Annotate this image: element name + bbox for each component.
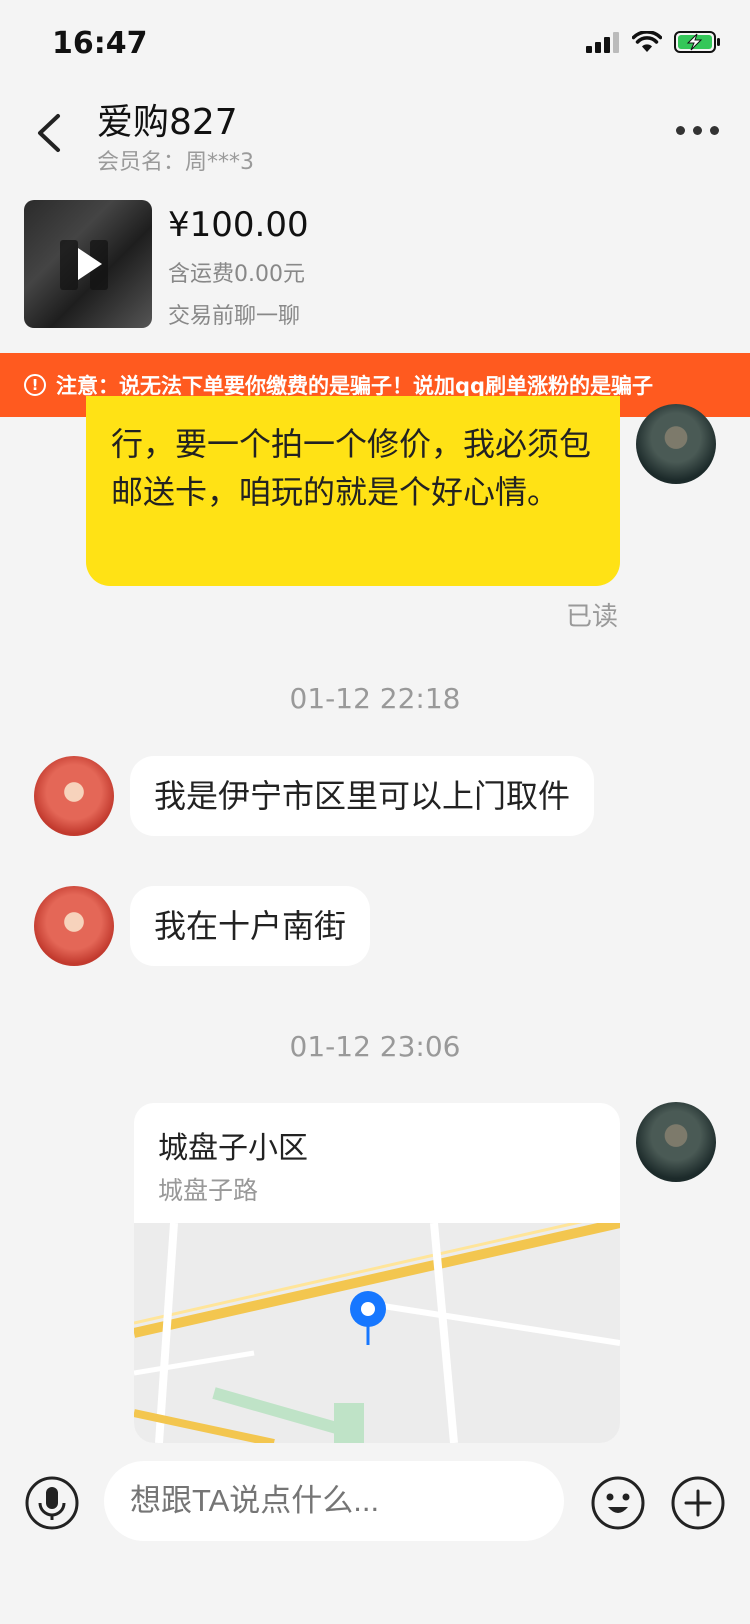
status-icons xyxy=(586,30,722,54)
more-options-icon[interactable] xyxy=(676,118,724,142)
back-arrow-icon[interactable] xyxy=(30,108,70,158)
outgoing-message-bubble: 行，要一个拍一个修价，我必须包邮送卡，咱玩的就是个好心情。 xyxy=(86,396,620,586)
voice-input-icon[interactable] xyxy=(24,1475,80,1531)
battery-charging-icon xyxy=(674,31,720,53)
incoming-message-text: 我在十户南街 xyxy=(154,907,347,945)
outgoing-message-text: 行，要一个拍一个修价，我必须包邮送卡，咱玩的就是个好心情。 xyxy=(111,425,592,511)
warning-icon: ! xyxy=(24,374,46,396)
product-video-thumbnail[interactable] xyxy=(24,200,152,328)
location-map[interactable] xyxy=(134,1223,620,1443)
read-receipt: 已读 xyxy=(566,602,619,632)
play-icon xyxy=(60,240,108,290)
chat-before-trade-label: 交易前聊一聊 xyxy=(168,304,301,329)
wifi-icon xyxy=(632,31,662,52)
incoming-message-bubble: 我是伊宁市区里可以上门取件 xyxy=(130,756,595,836)
shipping-fee: 含运费0.00元 xyxy=(168,262,305,287)
avatar[interactable] xyxy=(636,1102,716,1182)
incoming-message-text: 我是伊宁市区里可以上门取件 xyxy=(154,777,571,815)
incoming-message-bubble: 我在十户南街 xyxy=(130,886,371,966)
avatar[interactable] xyxy=(34,886,114,966)
cellular-signal-icon xyxy=(586,32,619,53)
product-price: ¥100.00 xyxy=(168,205,309,245)
emoji-icon[interactable] xyxy=(590,1475,646,1531)
location-message-card[interactable]: 城盘子小区 城盘子路 xyxy=(134,1103,620,1443)
avatar[interactable] xyxy=(636,404,716,484)
location-address: 城盘子路 xyxy=(158,1176,259,1205)
status-time: 16:47 xyxy=(52,26,148,61)
timestamp: 01-12 23:06 xyxy=(289,1030,461,1063)
plus-icon[interactable] xyxy=(670,1475,726,1531)
location-name: 城盘子小区 xyxy=(158,1131,308,1166)
message-input[interactable] xyxy=(104,1461,564,1541)
timestamp: 01-12 22:18 xyxy=(289,682,461,715)
chat-title: 爱购827 xyxy=(97,102,238,143)
member-name: 会员名：周***3 xyxy=(97,150,254,175)
avatar[interactable] xyxy=(34,756,114,836)
